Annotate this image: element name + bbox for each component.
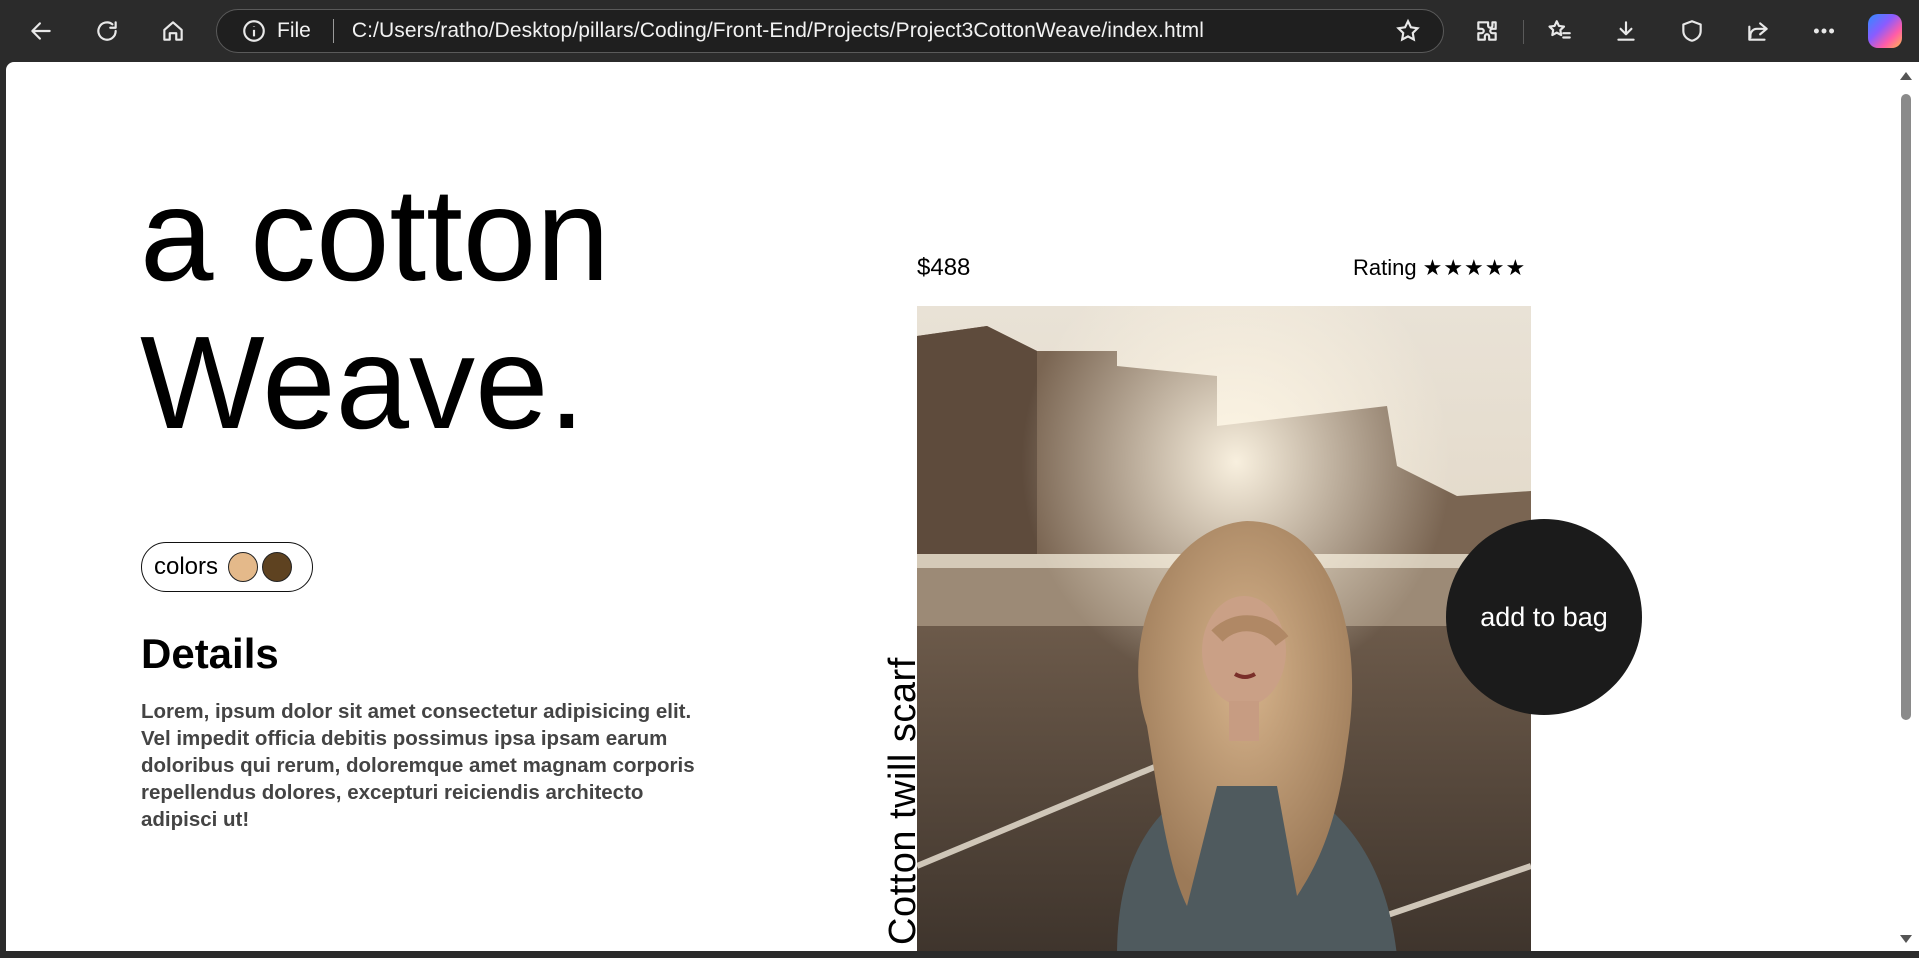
favorites-button[interactable]	[1541, 12, 1579, 50]
toolbar-divider	[1523, 20, 1524, 44]
rating: Rating ★★★★★	[1353, 255, 1526, 281]
share-icon	[1748, 22, 1768, 41]
favorite-star-icon[interactable]	[1395, 18, 1421, 44]
ellipsis-icon	[1813, 28, 1835, 34]
info-icon[interactable]	[241, 18, 267, 44]
home-icon	[163, 21, 183, 41]
address-prefix: File	[277, 19, 311, 42]
address-bar[interactable]: File C:/Users/ratho/Desktop/pillars/Codi…	[216, 9, 1444, 53]
shield-heart-icon	[1682, 20, 1702, 42]
browser-toolbar: File C:/Users/ratho/Desktop/pillars/Codi…	[0, 0, 1919, 62]
share-button[interactable]	[1739, 12, 1777, 50]
details-text: Lorem, ipsum dolor sit amet consectetur …	[141, 700, 695, 831]
color-selector: colors	[141, 542, 313, 592]
home-button[interactable]	[154, 12, 192, 50]
scroll-down-icon[interactable]	[1900, 935, 1912, 943]
page-title: a cotton Weave.	[140, 161, 610, 457]
title-line-1: a cotton	[140, 161, 610, 308]
details-heading: Details	[141, 630, 279, 677]
copilot-icon[interactable]	[1868, 14, 1902, 48]
extensions-button[interactable]	[1468, 12, 1506, 50]
scroll-up-icon[interactable]	[1900, 72, 1912, 80]
arrow-left-icon	[31, 22, 51, 40]
add-to-bag-button[interactable]: add to bag	[1446, 519, 1642, 715]
product-name: Cotton twill scarf	[882, 657, 924, 945]
download-icon	[1617, 21, 1635, 41]
refresh-button[interactable]	[88, 12, 126, 50]
downloads-button[interactable]	[1607, 12, 1645, 50]
favorites-list-icon	[1548, 20, 1571, 39]
more-options-button[interactable]	[1805, 12, 1843, 50]
back-button[interactable]	[22, 12, 60, 50]
page-scrollbar[interactable]	[1894, 62, 1919, 951]
rating-label: Rating	[1353, 255, 1417, 280]
rating-stars-icon: ★★★★★	[1422, 255, 1527, 280]
browser-essentials-button[interactable]	[1673, 12, 1711, 50]
scrollbar-thumb[interactable]	[1901, 94, 1911, 720]
puzzle-icon	[1477, 21, 1497, 41]
refresh-icon	[97, 21, 117, 41]
color-swatch-tan[interactable]	[228, 552, 259, 582]
colors-label: colors	[154, 553, 219, 580]
title-line-2: Weave.	[140, 309, 586, 456]
address-url[interactable]: C:/Users/ratho/Desktop/pillars/Coding/Fr…	[352, 19, 1204, 43]
product-photo	[917, 306, 1531, 951]
color-swatch-brown[interactable]	[262, 552, 293, 582]
price: $488	[917, 254, 971, 281]
address-divider	[332, 19, 334, 43]
page-viewport: a cotton Weave. colors Details Lorem, ip…	[6, 62, 1894, 951]
